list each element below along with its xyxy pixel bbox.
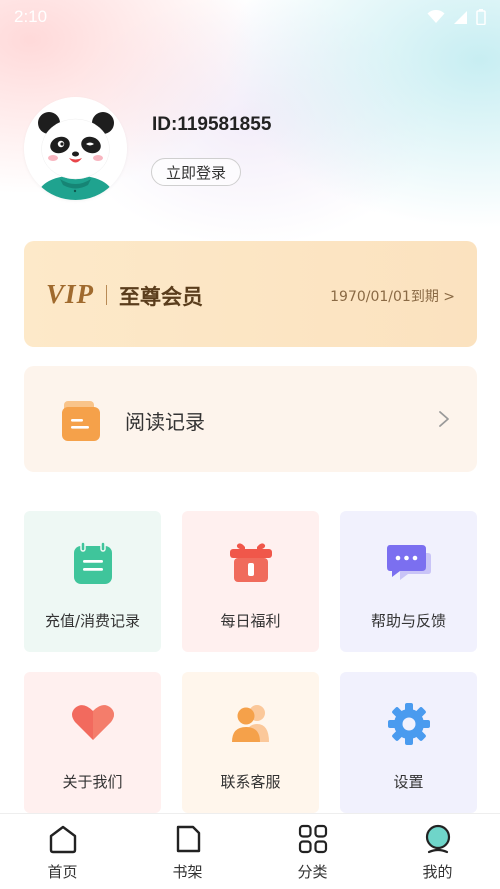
tile-recharge-records[interactable]: 充值/消费记录 bbox=[24, 511, 161, 652]
avatar[interactable] bbox=[24, 97, 127, 200]
tile-label: 每日福利 bbox=[220, 612, 281, 630]
tile-help-feedback[interactable]: 帮助与反馈 bbox=[340, 511, 477, 652]
nav-label: 分类 bbox=[297, 863, 328, 881]
nav-item-category[interactable]: 分类 bbox=[250, 814, 375, 889]
bookshelf-icon bbox=[125, 824, 250, 854]
users-icon bbox=[182, 702, 319, 744]
folder-icon bbox=[62, 399, 100, 445]
nav-item-bookshelf[interactable]: 书架 bbox=[125, 814, 250, 889]
vip-title: 至尊会员 bbox=[119, 285, 203, 309]
tile-settings[interactable]: 设置 bbox=[340, 672, 477, 813]
tile-label: 联系客服 bbox=[220, 773, 281, 791]
wifi-icon bbox=[427, 10, 445, 23]
login-button[interactable]: 立即登录 bbox=[151, 158, 241, 186]
tile-label: 设置 bbox=[393, 773, 424, 791]
user-id: ID:119581855 bbox=[152, 114, 272, 135]
reading-record-card[interactable]: 阅读记录 bbox=[24, 366, 477, 472]
status-time: 2:10 bbox=[14, 7, 48, 26]
home-icon bbox=[0, 824, 125, 854]
tile-contact-support[interactable]: 联系客服 bbox=[182, 672, 319, 813]
battery-icon bbox=[476, 9, 486, 25]
signal-icon bbox=[454, 10, 467, 24]
gift-icon bbox=[182, 541, 319, 583]
bottom-nav: 首页 书架 分类 我的 bbox=[0, 813, 500, 889]
vip-logo: VIP bbox=[46, 279, 95, 309]
vip-card[interactable]: VIP 至尊会员 1970/01/01到期 > bbox=[24, 241, 477, 347]
calendar-icon bbox=[24, 541, 161, 585]
reading-record-label: 阅读记录 bbox=[125, 410, 205, 434]
vip-divider bbox=[106, 285, 107, 305]
tile-label: 关于我们 bbox=[62, 773, 123, 791]
tile-label: 充值/消费记录 bbox=[44, 612, 141, 630]
chat-icon bbox=[340, 541, 477, 583]
nav-label: 书架 bbox=[172, 863, 203, 881]
vip-expire-date[interactable]: 1970/01/01到期 > bbox=[330, 286, 455, 306]
category-icon bbox=[250, 824, 375, 854]
tile-label: 帮助与反馈 bbox=[370, 612, 446, 630]
status-bar: 2:10 bbox=[0, 0, 500, 34]
nav-label: 首页 bbox=[47, 863, 78, 881]
status-icons bbox=[427, 9, 486, 25]
nav-item-profile[interactable]: 我的 bbox=[375, 814, 500, 889]
tile-about-us[interactable]: 关于我们 bbox=[24, 672, 161, 813]
gear-icon bbox=[340, 702, 477, 746]
heart-icon bbox=[24, 702, 161, 742]
profile-icon bbox=[375, 824, 500, 854]
nav-label: 我的 bbox=[422, 863, 453, 881]
nav-item-home[interactable]: 首页 bbox=[0, 814, 125, 889]
panda-avatar-icon bbox=[24, 97, 127, 200]
chevron-right-icon bbox=[437, 409, 451, 433]
tile-daily-benefits[interactable]: 每日福利 bbox=[182, 511, 319, 652]
